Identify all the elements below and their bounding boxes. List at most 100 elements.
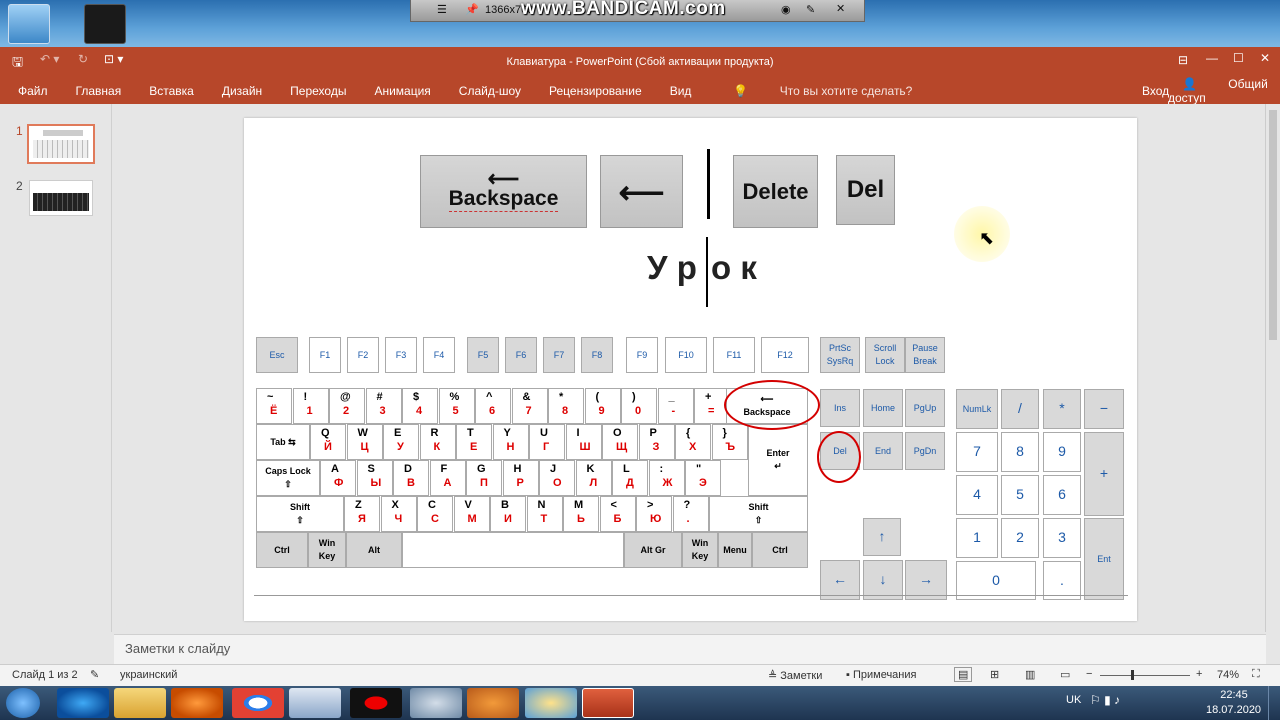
- ribbon-display-icon[interactable]: ⊟: [1178, 53, 1188, 67]
- numpad-7-key[interactable]: 7: [956, 432, 998, 472]
- key-f2[interactable]: F2: [347, 337, 379, 373]
- tab-design[interactable]: Дизайн: [208, 84, 276, 98]
- key[interactable]: SЫ: [356, 460, 393, 496]
- scrollbar-thumb[interactable]: [1269, 110, 1277, 340]
- app-icon[interactable]: [467, 688, 519, 718]
- key[interactable]: QЙ: [310, 424, 346, 460]
- key[interactable]: VМ: [453, 496, 490, 532]
- show-desktop-button[interactable]: [1268, 686, 1280, 720]
- key[interactable]: ZЯ: [344, 496, 380, 532]
- numpad-multiply-key[interactable]: *: [1043, 389, 1081, 429]
- slide-sorter-icon[interactable]: ⊞: [990, 668, 999, 681]
- key[interactable]: @2: [329, 388, 365, 424]
- right-arrow-key[interactable]: →: [905, 560, 947, 600]
- key[interactable]: ^ 6: [475, 388, 511, 424]
- share-button[interactable]: 👤 Общий доступ: [1168, 77, 1280, 105]
- key[interactable]: KЛ: [575, 460, 612, 496]
- key[interactable]: ?.: [672, 496, 709, 532]
- tab-file[interactable]: Файл: [0, 84, 62, 98]
- key-f11[interactable]: F11: [713, 337, 755, 373]
- computer-icon[interactable]: [8, 4, 50, 44]
- key[interactable]: ~ Ё: [256, 388, 292, 424]
- language-indicator[interactable]: украинский: [120, 669, 177, 681]
- key-f4[interactable]: F4: [423, 337, 455, 373]
- numpad-5-key[interactable]: 5: [1001, 475, 1039, 515]
- key[interactable]: CС: [417, 496, 453, 532]
- key[interactable]: :Ж: [648, 460, 685, 496]
- comments-button[interactable]: ▪ Примечания: [846, 669, 916, 681]
- key[interactable]: AФ: [320, 460, 356, 496]
- key-f3[interactable]: F3: [385, 337, 417, 373]
- close-window-icon[interactable]: ✕: [1260, 51, 1270, 65]
- key[interactable]: IШ: [565, 424, 602, 460]
- space-key[interactable]: [402, 532, 624, 568]
- key-f5[interactable]: F5: [467, 337, 499, 373]
- altgr-key[interactable]: Alt Gr: [624, 532, 682, 568]
- key[interactable]: EУ: [383, 424, 419, 460]
- key[interactable]: TЕ: [456, 424, 492, 460]
- clock-date[interactable]: 18.07.2020: [1206, 704, 1261, 716]
- numpad-divide-key[interactable]: /: [1001, 389, 1039, 429]
- key-f7[interactable]: F7: [543, 337, 575, 373]
- tray-icons[interactable]: ⚐ ▮ ♪: [1090, 693, 1120, 707]
- key[interactable]: MЬ: [563, 496, 599, 532]
- close-icon[interactable]: ✕: [836, 2, 845, 15]
- key[interactable]: _ -: [657, 388, 694, 424]
- key[interactable]: XЧ: [380, 496, 417, 532]
- right-shift-key[interactable]: Shift ⇧: [709, 496, 808, 532]
- caps-lock-key[interactable]: Caps Lock ⇧: [256, 460, 320, 496]
- key[interactable]: OЩ: [602, 424, 638, 460]
- slide-thumbnail-2[interactable]: [29, 180, 93, 216]
- slide-thumbnail-1[interactable]: [27, 124, 95, 164]
- pin-icon[interactable]: 📌: [465, 3, 479, 16]
- zoom-in-button[interactable]: +: [1196, 668, 1202, 680]
- zoom-out-button[interactable]: −: [1086, 668, 1092, 680]
- key[interactable]: & 7: [511, 388, 548, 424]
- menu-icon[interactable]: ☰: [437, 3, 447, 16]
- left-ctrl-key[interactable]: Ctrl: [256, 532, 308, 568]
- key[interactable]: RК: [419, 424, 456, 460]
- key[interactable]: YН: [492, 424, 529, 460]
- key-f10[interactable]: F10: [665, 337, 707, 373]
- bandicam-icon[interactable]: [350, 688, 402, 718]
- key[interactable]: % 5: [438, 388, 475, 424]
- slide-canvas[interactable]: ⟵ Backspace ⟵ Delete Del У р о к ⬉ Esc F1…: [244, 118, 1137, 621]
- key[interactable]: {Х: [675, 424, 711, 460]
- home-key[interactable]: Home: [863, 389, 903, 427]
- numpad-6-key[interactable]: 6: [1043, 475, 1081, 515]
- sys-key[interactable]: Pause Break: [905, 337, 945, 373]
- pgdn-key[interactable]: PgDn: [905, 432, 945, 470]
- key-f1[interactable]: F1: [309, 337, 341, 373]
- minimize-icon[interactable]: —: [1206, 51, 1218, 65]
- key[interactable]: > Ю: [636, 496, 672, 532]
- numlock-key[interactable]: NumLk: [956, 389, 998, 429]
- remote-desktop-icon[interactable]: [289, 688, 341, 718]
- pgup-key[interactable]: PgUp: [905, 389, 945, 427]
- clock-time[interactable]: 22:45: [1210, 689, 1258, 701]
- numpad-1-key[interactable]: 1: [956, 518, 998, 558]
- up-arrow-key[interactable]: ↑: [863, 518, 901, 556]
- spellcheck-icon[interactable]: ✎: [90, 668, 99, 681]
- end-key[interactable]: End: [863, 432, 903, 470]
- chrome-icon[interactable]: [232, 688, 284, 718]
- numpad-3-key[interactable]: 3: [1043, 518, 1081, 558]
- tab-transitions[interactable]: Переходы: [276, 84, 360, 98]
- key-f9[interactable]: F9: [626, 337, 658, 373]
- key[interactable]: BИ: [490, 496, 526, 532]
- fit-slide-icon[interactable]: ⛶: [1252, 668, 1260, 681]
- key[interactable]: } Ъ: [711, 424, 748, 460]
- tell-me-box[interactable]: 💡 Что вы хотите сделать?: [705, 84, 940, 98]
- key[interactable]: $4: [402, 388, 438, 424]
- menu-key[interactable]: Menu: [718, 532, 752, 568]
- left-arrow-key[interactable]: ←: [820, 560, 860, 600]
- vertical-scrollbar[interactable]: [1265, 104, 1280, 632]
- key[interactable]: " Э: [685, 460, 721, 496]
- key[interactable]: LД: [612, 460, 648, 496]
- tab-review[interactable]: Рецензирование: [535, 84, 656, 98]
- explorer-icon[interactable]: [114, 688, 166, 718]
- key[interactable]: HР: [502, 460, 539, 496]
- numpad-9-key[interactable]: 9: [1043, 432, 1081, 472]
- key-f8[interactable]: F8: [581, 337, 613, 373]
- numpad-enter-key[interactable]: Ent: [1084, 518, 1124, 600]
- start-button[interactable]: [6, 688, 40, 718]
